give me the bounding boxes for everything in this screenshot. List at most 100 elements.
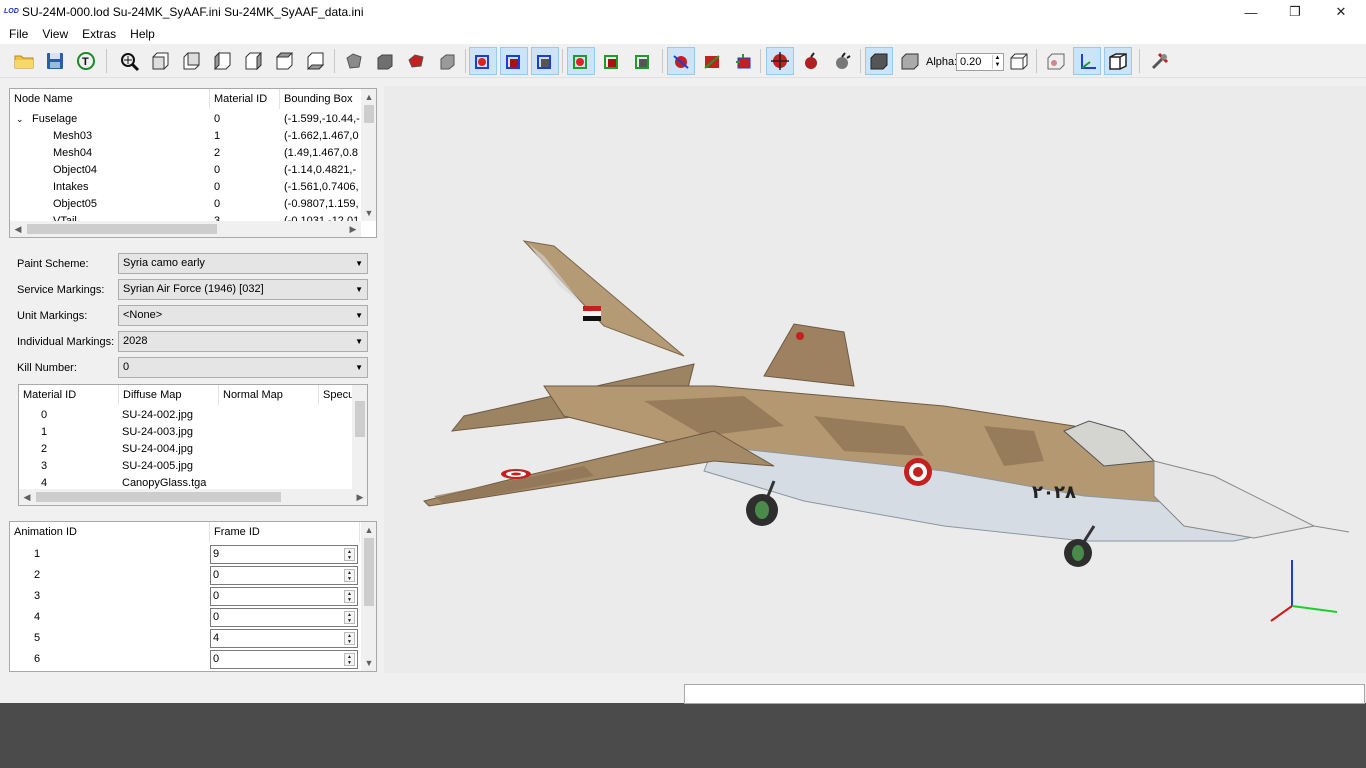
menu-view[interactable]: View (35, 27, 75, 41)
minimize-button[interactable]: — (1228, 0, 1274, 24)
solid-cube-icon[interactable] (371, 47, 399, 75)
scroll-thumb[interactable] (36, 492, 281, 502)
spin-arrows-icon[interactable]: ▲ ▼ (344, 569, 355, 582)
bomb-icon[interactable] (797, 47, 825, 75)
expand-chevron-icon[interactable]: ⌄ (16, 111, 24, 128)
bbox-green3-icon[interactable] (629, 47, 657, 75)
tree-horizontal-scrollbar[interactable]: ◀ ▶ (10, 221, 361, 237)
scroll-left-icon[interactable]: ◀ (19, 489, 35, 505)
scroll-right-icon[interactable]: ▶ (345, 221, 361, 237)
bbox-green-icon[interactable] (567, 47, 595, 75)
kill-number-select[interactable]: 0 ▼ (118, 357, 368, 378)
close-button[interactable]: ✕ (1318, 0, 1364, 24)
normals-icon[interactable] (698, 47, 726, 75)
header-material-id[interactable]: Material ID (19, 385, 119, 405)
spin-arrows-icon[interactable]: ▲ ▼ (344, 653, 355, 666)
wire-box-icon[interactable] (896, 47, 924, 75)
spin-arrows-icon[interactable]: ▲ ▼ (992, 55, 1002, 69)
spin-arrows-icon[interactable]: ▲ ▼ (344, 632, 355, 645)
alpha-spinbox[interactable]: 0.20 ▲ ▼ (956, 53, 1004, 71)
spin-arrows-icon[interactable]: ▲ ▼ (344, 611, 355, 624)
bbox-red-icon[interactable] (469, 47, 497, 75)
axes-icon[interactable] (1073, 47, 1101, 75)
frame-id-spinbox[interactable]: 0 ▲ ▼ (210, 566, 358, 585)
hit-icon[interactable] (667, 47, 695, 75)
spin-arrows-icon[interactable]: ▲ ▼ (344, 590, 355, 603)
red-shape-icon[interactable] (402, 47, 430, 75)
bbox-blue2-icon[interactable] (531, 47, 559, 75)
view-back-icon[interactable] (177, 47, 205, 75)
lights-icon[interactable] (729, 47, 757, 75)
burst-icon[interactable] (828, 47, 856, 75)
view-left-icon[interactable] (208, 47, 236, 75)
tree-row[interactable]: Intakes 0 (-1.561,0.7406, (10, 179, 361, 196)
open-icon[interactable] (10, 47, 38, 75)
materials-vertical-scrollbar[interactable] (352, 385, 367, 489)
header-bounding-box[interactable]: Bounding Box (280, 89, 362, 109)
view-right-icon[interactable] (239, 47, 267, 75)
unit-markings-select[interactable]: <None> ▼ (118, 305, 368, 326)
menu-extras[interactable]: Extras (75, 27, 123, 41)
menu-help[interactable]: Help (123, 27, 162, 41)
paint-scheme-select[interactable]: Syria camo early ▼ (118, 253, 368, 274)
target-icon[interactable] (766, 47, 794, 75)
tree-vertical-scrollbar[interactable]: ▲ ▼ (361, 89, 376, 221)
frame-id-spinbox[interactable]: 0 ▲ ▼ (210, 608, 358, 627)
scroll-thumb[interactable] (27, 224, 217, 234)
shape-icon[interactable] (340, 47, 368, 75)
tree-row[interactable]: Mesh03 1 (-1.662,1.467,0 (10, 128, 361, 145)
header-node-name[interactable]: Node Name (10, 89, 210, 109)
tree-row[interactable]: Object05 0 (-0.9807,1.159, (10, 196, 361, 213)
materials-horizontal-scrollbar[interactable]: ◀ ▶ (19, 489, 367, 505)
scroll-thumb[interactable] (364, 538, 374, 606)
individual-markings-select[interactable]: 2028 ▼ (118, 331, 368, 352)
tools-icon[interactable] (1146, 47, 1174, 75)
tree-row[interactable]: Object04 0 (-1.14,0.4821,- (10, 162, 361, 179)
scroll-thumb[interactable] (355, 401, 365, 437)
perspective-icon[interactable] (1104, 47, 1132, 75)
animations-vertical-scrollbar[interactable]: ▲ ▼ (361, 522, 376, 671)
frame-id-spinbox[interactable]: 0 ▲ ▼ (210, 587, 358, 606)
header-specular[interactable]: Specu (319, 385, 354, 405)
maximize-button[interactable]: ❐ (1272, 0, 1318, 24)
model-viewport[interactable]: ٢٠٢٨ (384, 86, 1366, 673)
view-bottom-icon[interactable] (301, 47, 329, 75)
material-row[interactable]: 3 SU-24-005.jpg (19, 458, 352, 475)
status-field[interactable] (684, 684, 1365, 704)
scroll-up-icon[interactable]: ▲ (361, 89, 376, 105)
scroll-right-icon[interactable]: ▶ (352, 489, 367, 505)
spin-arrows-icon[interactable]: ▲ ▼ (344, 548, 355, 561)
texture-view-icon[interactable] (1042, 47, 1070, 75)
header-material-id[interactable]: Material ID (210, 89, 280, 109)
header-normal-map[interactable]: Normal Map (219, 385, 319, 405)
material-row[interactable]: 1 SU-24-003.jpg (19, 424, 352, 441)
scroll-down-icon[interactable]: ▼ (361, 655, 376, 671)
node-name: Mesh04 (53, 147, 93, 159)
frame-id-spinbox[interactable]: 4 ▲ ▼ (210, 629, 358, 648)
gray-shape-icon[interactable] (433, 47, 461, 75)
material-row[interactable]: 0 SU-24-002.jpg (19, 407, 352, 424)
header-frame-id[interactable]: Frame ID (210, 522, 360, 542)
zoom-fit-icon[interactable] (115, 47, 143, 75)
frame-id-spinbox[interactable]: 0 ▲ ▼ (210, 650, 358, 669)
material-row[interactable]: 2 SU-24-004.jpg (19, 441, 352, 458)
bbox-blue-icon[interactable] (500, 47, 528, 75)
view-front-icon[interactable] (146, 47, 174, 75)
header-animation-id[interactable]: Animation ID (10, 522, 210, 542)
header-diffuse-map[interactable]: Diffuse Map (119, 385, 219, 405)
scroll-down-icon[interactable]: ▼ (361, 205, 376, 221)
service-markings-select[interactable]: Syrian Air Force (1946) [032] ▼ (118, 279, 368, 300)
scroll-thumb[interactable] (364, 105, 374, 123)
solid-box-icon[interactable] (865, 47, 893, 75)
tree-row[interactable]: ⌄ Fuselage 0 (-1.599,-10.44,- (10, 111, 361, 128)
texture-icon[interactable]: T (72, 47, 100, 75)
bbox-green2-icon[interactable] (598, 47, 626, 75)
scroll-up-icon[interactable]: ▲ (361, 522, 376, 538)
frame-id-spinbox[interactable]: 9 ▲ ▼ (210, 545, 358, 564)
tree-row[interactable]: Mesh04 2 (1.49,1.467,0.8 (10, 145, 361, 162)
menu-file[interactable]: File (2, 27, 35, 41)
transparent-box-icon[interactable] (1005, 47, 1033, 75)
scroll-left-icon[interactable]: ◀ (10, 221, 26, 237)
view-top-icon[interactable] (270, 47, 298, 75)
save-icon[interactable] (41, 47, 69, 75)
